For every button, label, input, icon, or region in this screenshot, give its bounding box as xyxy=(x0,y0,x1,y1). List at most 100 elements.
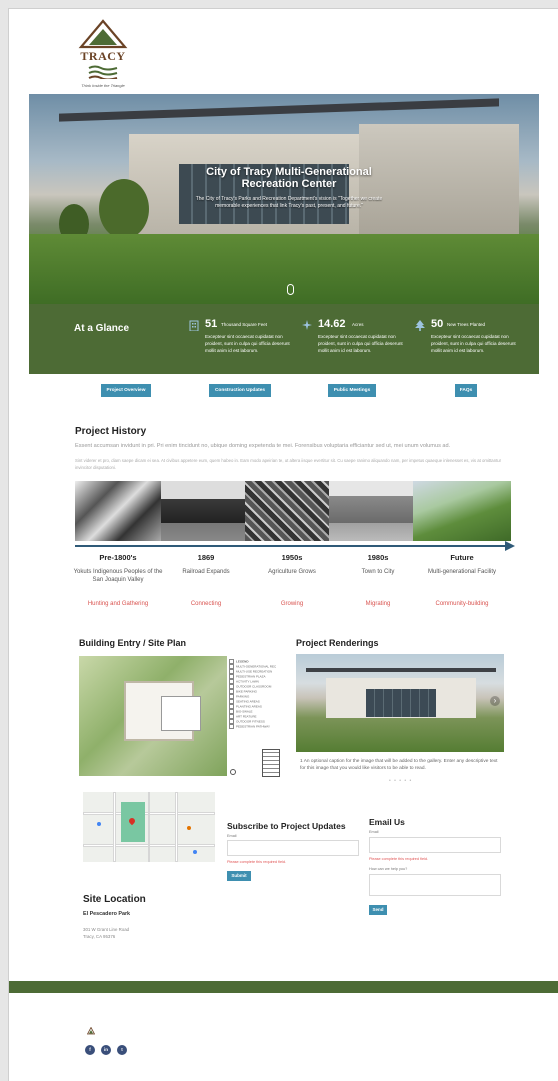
hero-building-wing xyxy=(359,124,519,234)
logo-triangle-icon xyxy=(78,19,128,49)
hero-canopy xyxy=(59,98,499,122)
email-us-email-input[interactable] xyxy=(369,837,501,853)
site-plan-image[interactable] xyxy=(79,656,227,776)
glance-title: At a Glance xyxy=(74,323,130,334)
tracy-logo[interactable]: TRACY Think Inside the Triangle xyxy=(73,19,133,93)
logo-waves-icon xyxy=(88,65,118,79)
stat-unit: New Trees Planted xyxy=(447,322,486,327)
gallery-next-icon[interactable]: › xyxy=(490,696,500,706)
renderings-title: Project Renderings xyxy=(296,638,379,648)
map-road xyxy=(148,792,150,862)
era-year: Future xyxy=(450,553,474,562)
site-plan-legend: LEGEND MULTI-GENERATIONAL REC MULTI-USE … xyxy=(229,659,279,729)
email-us-error: Please complete this required field. xyxy=(369,857,429,861)
era-tag: Community-building xyxy=(435,601,489,607)
logo-text: TRACY xyxy=(80,49,126,63)
email-us-title: Email Us xyxy=(369,817,405,827)
address-line: Tracy, CA 95376 xyxy=(83,934,116,939)
era-year: 1980s xyxy=(367,553,389,562)
plan-building-core xyxy=(161,696,201,731)
subscribe-title: Subscribe to Project Updates xyxy=(227,821,346,831)
at-a-glance-section: At a Glance 51 Thousand Square Feet Exce… xyxy=(29,304,539,374)
building-icon xyxy=(189,320,199,332)
compass-icon xyxy=(302,320,312,331)
page: TRACY Think Inside the Triangle City of … xyxy=(8,8,558,1081)
subscribe-error: Please complete this required field. xyxy=(227,860,287,864)
project-overview-button[interactable]: Project Overview xyxy=(101,384,151,397)
timeline-line xyxy=(75,545,507,547)
facebook-icon[interactable]: f xyxy=(85,1045,95,1055)
map-poi-icon xyxy=(187,826,191,830)
render-canopy xyxy=(306,668,496,672)
timeline-era: 1869 Railroad Expands Connecting xyxy=(161,553,251,607)
hero-title: City of Tracy Multi-Generational Recreat… xyxy=(206,166,372,190)
stat-description: Excepteur sint occaecat cupidatat non pr… xyxy=(205,334,290,353)
site-plan-title: Building Entry / Site Plan xyxy=(79,638,187,648)
era-caption: Yokuts Indigenous Peoples of the San Joa… xyxy=(73,569,163,583)
scroll-down-icon[interactable] xyxy=(287,284,294,295)
address-line: 301 W Grant Line Road xyxy=(83,927,130,932)
map-poi-icon xyxy=(97,822,101,826)
map-road xyxy=(175,792,178,862)
stat-number: 51 xyxy=(205,318,218,330)
subscribe-email-label: Email xyxy=(227,834,237,838)
hero-subtitle: The City of Tracy's Parks and Recreation… xyxy=(195,196,383,209)
timeline-era: 1950s Agriculture Grows Growing xyxy=(247,553,337,607)
rendering-caption: 1 An optional caption for the image that… xyxy=(300,759,498,771)
stat-number: 14.62 xyxy=(318,318,346,330)
era-year: 1869 xyxy=(197,553,215,562)
project-history-title: Project History xyxy=(75,426,147,437)
timeline-era: Future Multi-generational Facility Commu… xyxy=(417,553,507,607)
subscribe-email-input[interactable] xyxy=(227,840,359,856)
era-caption: Agriculture Grows xyxy=(268,569,316,575)
history-photo-future xyxy=(413,481,511,541)
hero-banner: City of Tracy Multi-Generational Recreat… xyxy=(29,94,539,304)
timeline-era: Pre-1800's Yokuts Indigenous Peoples of … xyxy=(73,553,163,607)
era-tag: Connecting xyxy=(190,601,222,607)
era-caption: Railroad Expands xyxy=(182,569,230,575)
email-us-email-label: Email xyxy=(369,830,379,834)
stat-description: Excepteur sint occaecat cupidatat non pr… xyxy=(431,334,516,353)
history-photo-1980s xyxy=(329,481,413,541)
gallery-pagination-dots[interactable]: • • • • • xyxy=(389,778,412,784)
history-lead: Essent accumsan invidunt in pri. Pri eni… xyxy=(75,443,451,449)
era-tag: Migrating xyxy=(365,601,391,607)
history-photo-pre1800 xyxy=(75,481,161,541)
map-poi-icon xyxy=(193,850,197,854)
twitter-icon[interactable]: t xyxy=(117,1045,127,1055)
hero-tree xyxy=(99,179,149,239)
linkedin-icon[interactable]: in xyxy=(101,1045,111,1055)
email-us-message-label: How can we help you? xyxy=(369,867,408,871)
hero-lawn xyxy=(29,234,539,304)
logo-tagline: Think Inside the Triangle xyxy=(81,83,125,88)
era-tag: Growing xyxy=(280,601,304,607)
site-location-map[interactable] xyxy=(83,792,215,862)
tree-icon xyxy=(415,320,425,331)
history-photo-1950s xyxy=(245,481,329,541)
history-photo-1869 xyxy=(161,481,245,541)
timeline-arrow-icon xyxy=(505,541,515,551)
rendering-gallery-image[interactable]: › xyxy=(296,654,504,752)
site-location-title: Site Location xyxy=(83,894,146,905)
stat-number: 50 xyxy=(431,318,444,330)
faqs-button[interactable]: FAQs xyxy=(455,384,477,397)
key-map-image xyxy=(262,749,280,777)
stat-unit: Thousand Square Feet xyxy=(221,322,268,327)
submit-button[interactable]: Submit xyxy=(227,871,251,881)
era-year: 1950s xyxy=(281,553,303,562)
stat-unit: Acres xyxy=(352,322,364,327)
send-button[interactable]: Send xyxy=(369,905,387,915)
footer-logo-icon[interactable] xyxy=(87,1027,95,1035)
stat-description: Excepteur sint occaecat cupidatat non pr… xyxy=(318,334,403,353)
legend-item: PEDESTRIAN PATHWAY xyxy=(229,724,279,729)
history-body: Sint viderer et pro, diam saepe dicam ei… xyxy=(75,458,502,470)
timeline-era: 1980s Town to City Migrating xyxy=(333,553,423,607)
era-tag: Hunting and Gathering xyxy=(87,601,149,607)
public-meetings-button[interactable]: Public Meetings xyxy=(328,384,376,397)
render-glass xyxy=(366,689,436,717)
footer-band xyxy=(9,981,558,993)
era-caption: Multi-generational Facility xyxy=(427,569,497,575)
construction-updates-button[interactable]: Construction Updates xyxy=(209,384,271,397)
site-name: El Pescadero Park xyxy=(83,911,131,917)
email-us-message-textarea[interactable] xyxy=(369,874,501,896)
